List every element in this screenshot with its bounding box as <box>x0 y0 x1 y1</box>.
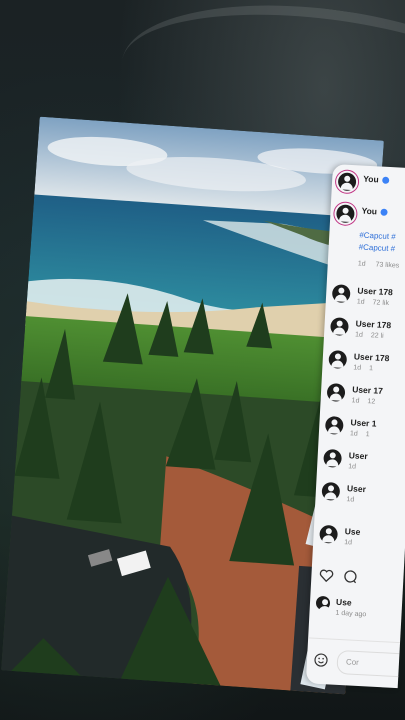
heart-icon[interactable] <box>319 568 334 583</box>
comment-user[interactable]: User 1 <box>350 417 376 428</box>
comment-row: User 1d <box>323 448 368 471</box>
verified-badge-icon <box>382 176 390 184</box>
post-meta: 1d 73 likes <box>357 260 400 270</box>
hashtags[interactable]: #Capcut # #Capcut # <box>358 229 396 255</box>
comment-user[interactable]: User <box>347 483 366 494</box>
post-author-row[interactable]: You <box>337 172 390 193</box>
comment-icon[interactable] <box>343 569 358 584</box>
caption-author: You <box>361 206 389 217</box>
author-name: You <box>363 174 390 185</box>
avatar-icon[interactable] <box>321 481 341 501</box>
avatar-icon[interactable] <box>324 415 344 435</box>
comment-user[interactable]: User 178 <box>354 351 390 363</box>
avatar-icon[interactable] <box>326 383 346 402</box>
avatar-icon[interactable] <box>337 172 357 192</box>
comment-bar: Cor <box>305 637 405 689</box>
avatar-icon[interactable] <box>331 284 351 304</box>
avatar-icon[interactable] <box>330 317 349 337</box>
avatar-icon[interactable] <box>323 448 343 468</box>
emoji-icon[interactable] <box>314 653 329 668</box>
comment-row: User 1 1d 1 <box>324 415 377 439</box>
comment-input[interactable]: Cor <box>336 649 405 679</box>
comment-user[interactable]: User <box>349 450 368 461</box>
comment-user[interactable]: User 17 <box>352 384 383 396</box>
comment-user[interactable]: User 178 <box>357 285 393 297</box>
liked-by-user[interactable]: Use <box>336 597 367 609</box>
avatar-icon[interactable] <box>319 524 339 544</box>
comment-row: User 1d <box>321 481 366 504</box>
liked-by-row[interactable]: Use 1 day ago <box>315 595 367 619</box>
caption-row: You <box>335 204 389 225</box>
comment-user[interactable]: Use <box>345 526 361 537</box>
comment-row: User 178 1d 1 <box>328 350 390 373</box>
comment-row: User 178 1d 22 li <box>330 317 391 340</box>
comment-user[interactable]: User 178 <box>355 318 391 330</box>
comment-row: User 17 1d 12 <box>326 383 383 406</box>
comment-row: User 178 1d 72 lik <box>331 284 393 307</box>
avatar-icon[interactable] <box>328 350 348 369</box>
avatar-icon[interactable] <box>335 204 355 224</box>
hashtag[interactable]: #Capcut # <box>358 241 395 255</box>
verified-badge-icon <box>380 208 389 216</box>
avatar-icon <box>315 595 331 611</box>
comment-row: Use 1d <box>319 524 361 547</box>
posted-time: 1 day ago <box>335 609 367 619</box>
